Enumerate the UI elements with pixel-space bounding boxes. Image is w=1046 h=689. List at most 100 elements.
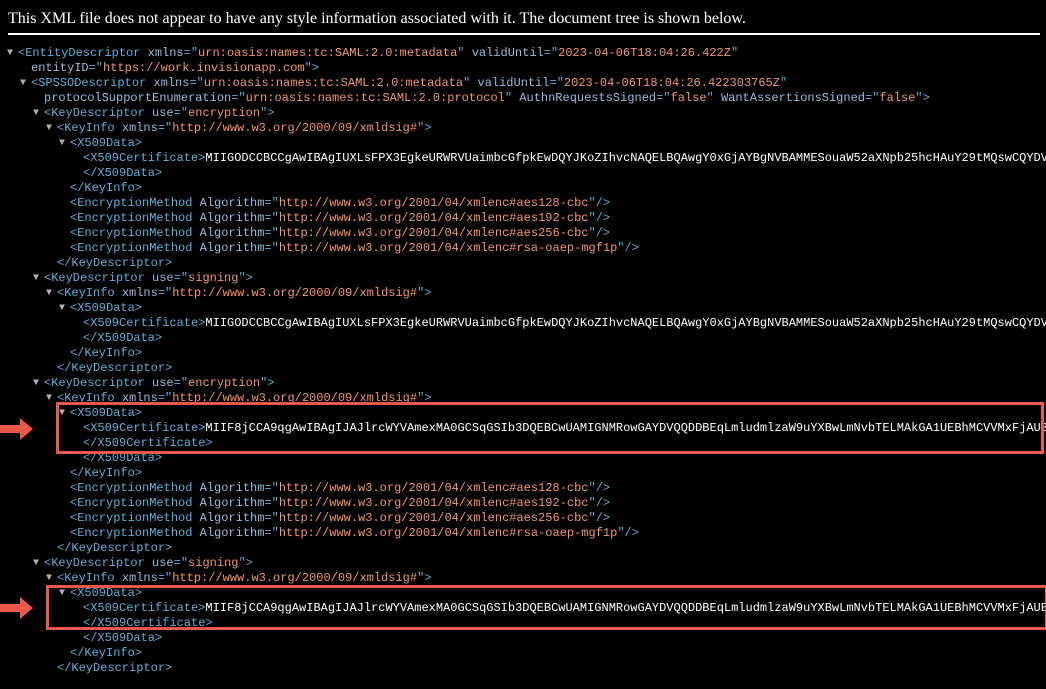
xml-attr-value: http://www.w3.org/2001/04/xmlenc#aes192-…	[278, 496, 589, 510]
xml-attr-name: xmlns	[153, 76, 190, 90]
xml-text	[115, 121, 122, 135]
xml-tag-token: ">	[417, 571, 432, 585]
xml-tag-token: ="	[264, 196, 279, 210]
no-style-info-banner: This XML file does not appear to have an…	[8, 10, 746, 27]
xml-line: <X509Certificate>MIIGODCCBCCgAwIBAgIUXLs…	[0, 151, 1046, 166]
xml-line-content: </X509Data>	[83, 331, 162, 346]
xml-tag-token: ="	[864, 91, 880, 105]
xml-line: </X509Data>	[0, 331, 1046, 346]
xml-tag-token: ="	[173, 271, 189, 285]
xml-line: entityID="https://work.invisionapp.com">	[0, 61, 1046, 76]
xml-line-content: <KeyInfo xmlns="http://www.w3.org/2000/0…	[57, 391, 431, 406]
xml-line: ▼ <KeyInfo xmlns="http://www.w3.org/2000/…	[0, 571, 1046, 586]
xml-attr-value: http://www.w3.org/2001/04/xmlenc#aes192-…	[278, 211, 589, 225]
collapse-toggle-icon[interactable]: ▼	[59, 406, 68, 421]
xml-attr-value: http://www.w3.org/2001/04/xmlenc#rsa-oae…	[278, 241, 618, 255]
xml-line-content: </X509Certificate>	[83, 616, 213, 631]
xml-tag-token: "/>	[588, 496, 611, 510]
xml-tag-token: ="	[264, 241, 279, 255]
xml-tag-token: "	[457, 46, 465, 60]
xml-line: </X509Data>	[0, 631, 1046, 646]
xml-line: <EncryptionMethod Algorithm="http://www.…	[0, 196, 1046, 211]
xml-line: </KeyDescriptor>	[0, 541, 1046, 556]
xml-tag-token: "/>	[588, 196, 611, 210]
xml-attr-name: Algorithm	[199, 226, 265, 240]
xml-attr-name: Algorithm	[199, 511, 265, 525]
xml-line-content: <EntityDescriptor xmlns="urn:oasis:names…	[18, 46, 738, 61]
xml-tag-token: "/>	[617, 526, 639, 540]
xml-line: <EncryptionMethod Algorithm="http://www.…	[0, 226, 1046, 241]
xml-tag-token: ">	[417, 121, 432, 135]
xml-attr-value: http://www.w3.org/2001/04/xmlenc#aes128-…	[278, 196, 589, 210]
xml-text	[145, 556, 152, 570]
xml-attr-value: http://www.w3.org/2001/04/xmlenc#rsa-oae…	[278, 526, 618, 540]
xml-tag-token: ">	[417, 286, 432, 300]
xml-tag-token: ="	[157, 286, 173, 300]
xml-tag-token: ="	[264, 526, 279, 540]
xml-tag-token: <X509Certificate>	[83, 421, 206, 435]
xml-tag-token: <KeyDescriptor	[44, 271, 145, 285]
xml-text	[465, 46, 472, 60]
xml-tag-token: <EncryptionMethod	[70, 211, 193, 225]
xml-tag-token: ="	[189, 76, 204, 90]
xml-tag-token: <X509Data>	[70, 586, 143, 600]
banner-divider	[8, 33, 1040, 35]
xml-attr-name: Algorithm	[199, 481, 265, 495]
xml-attr-name: validUntil	[471, 46, 544, 60]
xml-line-content: <X509Certificate>MIIGODCCBCCgAwIBAgIUXLs…	[83, 151, 1046, 166]
xml-text	[192, 481, 199, 495]
collapse-toggle-icon[interactable]: ▼	[59, 301, 68, 316]
collapse-toggle-icon[interactable]: ▼	[20, 76, 29, 91]
collapse-toggle-icon[interactable]: ▼	[7, 46, 16, 61]
xml-line-content: <EncryptionMethod Algorithm="http://www.…	[70, 526, 639, 541]
collapse-toggle-icon[interactable]: ▼	[33, 376, 42, 391]
xml-tag-token: <X509Data>	[70, 406, 143, 420]
xml-line: ▼ <EntityDescriptor xmlns="urn:oasis:name…	[0, 46, 1046, 61]
xml-attr-value: false	[670, 91, 707, 105]
xml-line-content: </KeyDescriptor>	[57, 541, 172, 556]
xml-line: <EncryptionMethod Algorithm="http://www.…	[0, 496, 1046, 511]
collapse-toggle-icon[interactable]: ▼	[46, 286, 55, 301]
collapse-toggle-icon[interactable]: ▼	[33, 106, 42, 121]
xml-text	[192, 211, 199, 225]
xml-line: </X509Data>	[0, 166, 1046, 181]
xml-line-content: <KeyInfo xmlns="http://www.w3.org/2000/0…	[57, 121, 431, 136]
xml-attr-name: use	[152, 106, 174, 120]
xml-tag-token: </KeyDescriptor>	[57, 256, 173, 270]
xml-tag-token: "	[779, 76, 788, 90]
xml-attr-name: xmlns	[121, 121, 158, 135]
xml-tag-token: ="	[173, 106, 189, 120]
collapse-toggle-icon[interactable]: ▼	[59, 136, 68, 151]
xml-attr-name: xmlns	[121, 286, 158, 300]
collapse-toggle-icon[interactable]: ▼	[46, 391, 55, 406]
xml-text	[192, 196, 199, 210]
xml-tag-token: <KeyDescriptor	[44, 376, 145, 390]
xml-line-content: <KeyDescriptor use="signing">	[44, 271, 253, 286]
xml-line-content: </KeyInfo>	[70, 346, 142, 361]
xml-text	[115, 286, 122, 300]
xml-attr-value: http://www.w3.org/2000/09/xmldsig#	[172, 391, 418, 405]
xml-attr-name: AuthnRequestsSigned	[519, 91, 657, 105]
xml-text	[192, 241, 199, 255]
collapse-toggle-icon[interactable]: ▼	[46, 121, 55, 136]
xml-line: <X509Certificate>MIIF8jCCA9qgAwIBAgIJAJl…	[0, 601, 1046, 616]
xml-text	[192, 496, 199, 510]
xml-tag-token: "/>	[588, 211, 611, 225]
xml-tag-token: <X509Data>	[70, 136, 143, 150]
xml-line-content: </X509Data>	[83, 166, 162, 181]
xml-line-content: <X509Data>	[70, 136, 142, 151]
xml-attr-name: use	[152, 376, 174, 390]
xml-tag-token: ="	[264, 226, 279, 240]
xml-line: <EncryptionMethod Algorithm="http://www.…	[0, 526, 1046, 541]
collapse-toggle-icon[interactable]: ▼	[46, 571, 55, 586]
xml-tag-token: <EncryptionMethod	[70, 481, 193, 495]
xml-tag-token: ="	[88, 61, 104, 75]
collapse-toggle-icon[interactable]: ▼	[33, 271, 42, 286]
xml-tag-token: <X509Certificate>	[83, 316, 206, 330]
xml-tag-token: </X509Certificate>	[83, 436, 213, 450]
xml-line-content: protocolSupportEnumeration="urn:oasis:na…	[44, 91, 930, 106]
collapse-toggle-icon[interactable]: ▼	[59, 586, 68, 601]
xml-tag-token: <X509Certificate>	[83, 151, 206, 165]
collapse-toggle-icon[interactable]: ▼	[33, 556, 42, 571]
xml-tag-token: <SPSSODescriptor	[31, 76, 147, 90]
